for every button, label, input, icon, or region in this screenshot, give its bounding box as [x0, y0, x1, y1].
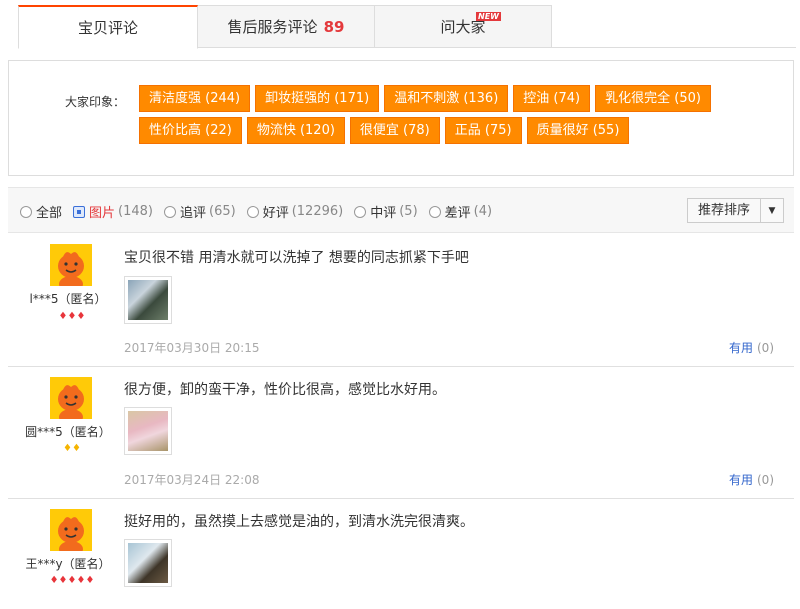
diamond-rank-icon: ♦♦♦♦♦ [49, 575, 95, 586]
photo-image [128, 411, 168, 451]
radio-button[interactable] [354, 205, 367, 218]
default-avatar-icon [50, 509, 92, 551]
useful-label: 有用 [728, 473, 753, 487]
impression-tag[interactable]: 乳化很完全 (50) [595, 85, 711, 112]
reviewer-name: l***5（匿名） [29, 292, 107, 306]
useful-button[interactable]: 有用 (0) [729, 339, 774, 356]
filter-images[interactable]: 图片 (148) [73, 202, 153, 221]
review-photo-thumbnail[interactable] [124, 539, 172, 587]
review-photo-thumbnail[interactable] [124, 276, 172, 324]
filter-label: 追评 [180, 206, 207, 221]
filter-follow-up[interactable]: 追评 (65) [164, 202, 236, 221]
filter-count: (65) [209, 204, 236, 219]
reviewer-name: 王***y（匿名） [25, 557, 111, 571]
radio-button[interactable] [20, 205, 32, 218]
impression-tag[interactable]: 物流快 (120) [246, 117, 345, 144]
new-badge: NEW [476, 12, 501, 21]
avatar[interactable] [50, 377, 92, 419]
useful-button[interactable]: 有用 (0) [729, 471, 774, 488]
filter-label: 好评 [262, 206, 289, 221]
radio-button[interactable] [246, 205, 259, 218]
review-date: 2017年03月24日 22:08 [124, 473, 260, 487]
review-photo-thumbnail[interactable] [124, 407, 172, 455]
impression-tag[interactable]: 很便宜 (78) [349, 117, 440, 144]
default-avatar-icon [50, 244, 92, 286]
review-item: l***5（匿名） ♦♦♦ 宝贝很不错 用清水就可以洗掉了 想要的同志抓紧下手吧… [8, 234, 794, 367]
review-text: 很方便，卸的蛮干净，性价比很高，感觉比水好用。 [124, 382, 446, 398]
filter-all[interactable]: 全部 [20, 202, 62, 221]
impression-tag[interactable]: 控油 (74) [513, 85, 591, 112]
filter-label: 图片 [89, 206, 116, 221]
review-text: 挺好用的，虽然摸上去感觉是油的，到清水洗完很清爽。 [124, 514, 474, 530]
filter-options: 全部 图片 (148) 追评 (65) 好评 (12296) 中评 (5) 差评… [20, 202, 503, 221]
review-tabs: 宝贝评论 售后服务评论 89 问大家 NEW [18, 5, 796, 49]
filter-positive[interactable]: 好评 (12296) [246, 202, 344, 221]
avatar[interactable] [50, 244, 92, 286]
filter-negative[interactable]: 差评 (4) [428, 202, 493, 221]
impressions-panel: 大家印象： 清洁度强 (244) 卸妆挺强的 (171) 温和不刺激 (136)… [8, 60, 794, 176]
diamond-rank-icon: ♦♦ [63, 443, 81, 454]
tab-after-sales-reviews[interactable]: 售后服务评论 89 [197, 5, 375, 48]
photo-image [128, 543, 168, 583]
avatar[interactable] [50, 509, 92, 551]
review-item: 圆***5（匿名） ♦♦ 很方便，卸的蛮干净，性价比很高，感觉比水好用。 201… [8, 367, 794, 499]
review-text: 宝贝很不错 用清水就可以洗掉了 想要的同志抓紧下手吧 [124, 250, 469, 266]
review-item: 王***y（匿名） ♦♦♦♦♦ 挺好用的，虽然摸上去感觉是油的，到清水洗完很清爽… [8, 499, 794, 609]
radio-button[interactable] [73, 205, 86, 218]
photo-image [128, 280, 168, 320]
default-avatar-icon [50, 377, 92, 419]
sort-label: 推荐排序 [688, 199, 761, 222]
impressions-label: 大家印象： [65, 95, 126, 109]
filter-count: (148) [118, 204, 153, 219]
radio-button[interactable] [164, 205, 176, 218]
tab-item-reviews[interactable]: 宝贝评论 [18, 5, 198, 49]
filter-label: 中评 [370, 206, 397, 221]
reviewer-name: 圆***5（匿名） [25, 425, 111, 439]
impressions-row-1: 清洁度强 (244) 卸妆挺强的 (171) 温和不刺激 (136) 控油 (7… [139, 85, 711, 112]
review-date: 2017年03月30日 20:15 [124, 341, 260, 355]
filter-count: (5) [399, 204, 418, 219]
review-filter-bar: 全部 图片 (148) 追评 (65) 好评 (12296) 中评 (5) 差评… [8, 187, 794, 233]
tab-ask-everyone[interactable]: 问大家 NEW [374, 5, 552, 48]
impression-tag[interactable]: 温和不刺激 (136) [384, 85, 509, 112]
impression-tag[interactable]: 清洁度强 (244) [139, 85, 251, 112]
useful-count: (0) [757, 473, 774, 487]
impression-tag[interactable]: 质量很好 (55) [526, 117, 630, 144]
useful-count: (0) [757, 341, 774, 355]
radio-button[interactable] [428, 205, 441, 218]
filter-neutral[interactable]: 中评 (5) [354, 202, 418, 221]
useful-label: 有用 [728, 341, 753, 355]
tab-count: 89 [323, 17, 345, 36]
filter-label: 差评 [444, 206, 471, 221]
filter-count: (12296) [291, 204, 344, 219]
impression-tag[interactable]: 卸妆挺强的 (171) [255, 85, 380, 112]
tab-label: 售后服务评论 [227, 18, 318, 36]
tab-label: 宝贝评论 [77, 19, 138, 37]
chevron-down-icon[interactable]: ▼ [761, 206, 783, 216]
sort-dropdown[interactable]: 推荐排序 ▼ [686, 198, 784, 223]
filter-count: (4) [473, 204, 493, 219]
diamond-rank-icon: ♦♦♦ [58, 311, 86, 322]
filter-label: 全部 [36, 206, 63, 221]
impression-tag[interactable]: 性价比高 (22) [139, 117, 242, 144]
impression-tag[interactable]: 正品 (75) [444, 117, 522, 144]
impressions-row-2: 性价比高 (22) 物流快 (120) 很便宜 (78) 正品 (75) 质量很… [139, 117, 630, 144]
